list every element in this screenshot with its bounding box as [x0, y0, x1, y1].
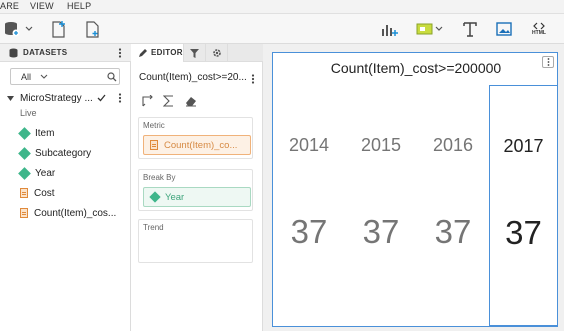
trend-drop-zone[interactable]: Trend: [138, 219, 253, 263]
dataset-object-count-item-cost[interactable]: Count(Item)_cos...: [20, 206, 116, 220]
sum-icon[interactable]: [163, 95, 174, 107]
pencil-icon: [139, 49, 147, 57]
insert-image-button[interactable]: [495, 20, 513, 38]
insert-text-button[interactable]: [462, 20, 478, 38]
menu-bar: ARE VIEW HELP: [0, 0, 564, 14]
attribute-icon: [18, 126, 31, 140]
metric-icon: [20, 188, 28, 198]
collapse-dataset-icon[interactable]: [7, 96, 14, 102]
metric-drop-zone[interactable]: Metric Count(Item)_co...: [138, 117, 253, 159]
dataset-object-year[interactable]: Year: [18, 166, 56, 180]
metric-icon: [20, 208, 28, 218]
tab-editor-label: EDITOR: [151, 48, 183, 57]
editor-tabs: EDITOR: [131, 44, 263, 62]
eraser-icon[interactable]: [185, 95, 197, 107]
metric-icon: [150, 140, 158, 150]
kpi-column[interactable]: 2014 37: [273, 85, 345, 326]
kpi-value: 37: [290, 213, 328, 250]
new-dossier-button[interactable]: [50, 20, 68, 38]
metric-chip-label: Count(Item)_co...: [164, 139, 238, 151]
kpi-visualization[interactable]: Count(Item)_cost>=200000 2014 37 2015 37…: [272, 52, 558, 327]
break-by-drop-zone[interactable]: Break By Year: [138, 169, 253, 211]
menu-item-share[interactable]: ARE: [0, 1, 19, 11]
metric-zone-label: Metric: [143, 121, 165, 130]
menu-item-help[interactable]: HELP: [67, 1, 91, 11]
dataset-object-subcategory[interactable]: Subcategory: [18, 146, 92, 160]
kpi-column[interactable]: 2016 37: [417, 85, 489, 326]
bar-chart-add-icon: [382, 25, 398, 36]
check-icon: [97, 94, 106, 102]
dataset-object-item[interactable]: Item: [18, 126, 55, 140]
dataset-search-box[interactable]: All: [10, 68, 120, 85]
add-data-button[interactable]: [4, 20, 34, 38]
code-icon: [533, 22, 545, 30]
swap-axes-icon[interactable]: [141, 95, 153, 107]
visualization-title: Count(Item)_cost>=200000: [330, 60, 502, 76]
text-icon: [463, 21, 477, 37]
kpi-year-label: 2017: [503, 136, 544, 156]
attribute-chip-label: Year: [165, 191, 185, 203]
kpi-year-label: 2016: [432, 135, 474, 155]
database-icon: [9, 48, 18, 58]
tab-format[interactable]: [206, 44, 228, 62]
object-filter-select[interactable]: All: [21, 72, 31, 82]
image-icon: [496, 22, 512, 36]
attribute-icon: [18, 166, 31, 180]
filter-selector-button[interactable]: [416, 20, 444, 38]
object-label: Count(Item)_cos...: [34, 207, 117, 219]
datasets-header: DATASETS: [0, 44, 131, 62]
database-add-icon: [5, 22, 33, 37]
filter-panel-icon: [416, 23, 443, 35]
filter-icon: [190, 48, 199, 58]
kpi-value: 37: [434, 213, 472, 250]
menu-item-view[interactable]: VIEW: [30, 1, 54, 11]
dataset-status: Live: [20, 108, 37, 118]
attribute-icon: [18, 146, 31, 160]
chevron-down-icon: [40, 74, 48, 79]
insert-html-button[interactable]: HTML: [528, 20, 550, 38]
kpi-column-selected[interactable]: 2017 37: [489, 85, 558, 326]
kpi-column[interactable]: 2015 37: [345, 85, 417, 326]
object-label: Cost: [34, 187, 55, 199]
kpi-year-label: 2015: [360, 135, 402, 155]
more-options-icon: [547, 58, 549, 66]
break-by-zone-label: Break By: [143, 173, 176, 182]
toolbar: HTML: [0, 14, 564, 44]
tab-editor[interactable]: EDITOR: [131, 44, 184, 62]
object-label: Item: [35, 127, 55, 139]
document-add-icon: [52, 20, 65, 38]
editor-menu-icon[interactable]: [251, 74, 255, 84]
dataset-menu-icon[interactable]: [118, 93, 122, 103]
datasets-panel: DATASETS All MicroStrategy ... Live Item…: [0, 44, 131, 331]
kpi-year-label: 2014: [288, 135, 330, 155]
new-page-button[interactable]: [84, 20, 102, 38]
kpi-value: 37: [362, 213, 400, 250]
search-icon[interactable]: [107, 72, 117, 82]
insert-visualization-button[interactable]: [380, 20, 400, 38]
datasets-title: DATASETS: [23, 48, 68, 57]
object-label: Subcategory: [35, 147, 92, 159]
metric-chip[interactable]: Count(Item)_co...: [143, 135, 251, 155]
kpi-value: 37: [505, 214, 542, 251]
visualization-name: Count(Item)_cost>=20...: [139, 72, 247, 83]
trend-zone-label: Trend: [143, 223, 164, 232]
more-options-icon[interactable]: [118, 48, 122, 58]
visualization-menu-button[interactable]: [542, 56, 554, 68]
dossier-canvas: Count(Item)_cost>=200000 2014 37 2015 37…: [263, 44, 564, 331]
attribute-chip[interactable]: Year: [143, 187, 251, 207]
dataset-name[interactable]: MicroStrategy ...: [20, 93, 93, 104]
dataset-object-cost[interactable]: Cost: [20, 186, 55, 200]
tab-filter[interactable]: [184, 44, 206, 62]
object-label: Year: [35, 167, 56, 179]
gear-icon: [212, 49, 221, 57]
attribute-icon: [149, 191, 161, 203]
html-label: HTML: [532, 30, 546, 36]
editor-panel: EDITOR Count(Item)_cost>=20... Metric Co…: [131, 44, 263, 331]
page-add-icon: [86, 20, 99, 38]
